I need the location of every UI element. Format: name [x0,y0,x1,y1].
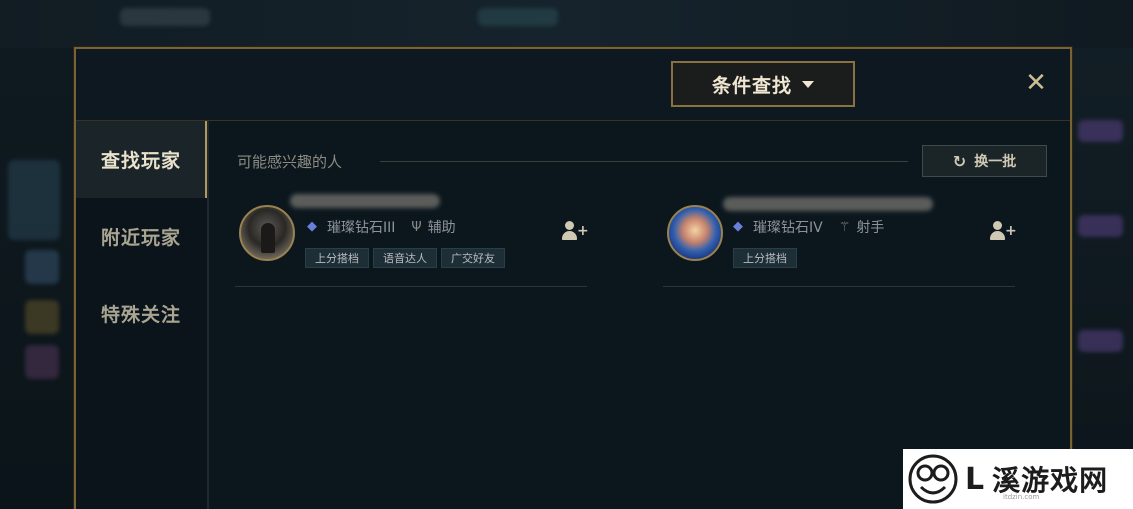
background-blur [25,345,59,379]
tag: 语音达人 [373,248,437,268]
avatar[interactable] [239,205,295,261]
background-blur [25,250,59,284]
refresh-label: 换一批 [974,154,1017,170]
section-divider [380,161,908,162]
player-card: ◆ 璀璨钻石III Ψ 辅助 上分搭档 语音达人 广交好友 + [235,194,589,287]
watermark-logo [908,454,958,504]
tag: 广交好友 [441,248,505,268]
close-icon[interactable]: ✕ [1024,70,1048,96]
player-name-redacted [723,197,933,211]
tag: 上分搭档 [733,248,797,268]
rank-row: ◆ 璀璨钻石IV ⚚ 射手 [733,217,884,237]
background-client-right [1072,48,1133,509]
add-friend-icon[interactable]: + [990,221,1017,243]
background-blur [1078,120,1123,142]
player-name-redacted [290,194,440,208]
rank-label: 璀璨钻石IV [753,220,823,236]
condition-search-label: 条件查找 [711,74,792,97]
role-label: 辅助 [427,220,456,236]
add-friend-icon[interactable]: + [562,221,589,243]
background-blur [1078,330,1123,352]
sidebar-item-nearby-players[interactable]: 附近玩家 [76,198,207,275]
background-blur [25,300,59,334]
background-blur [8,160,60,240]
sidebar-item-label: 特殊关注 [101,304,182,326]
tag-list: 上分搭档 语音达人 广交好友 [305,248,505,268]
caret-down-icon [802,80,814,88]
background-blur [1078,215,1123,237]
condition-search-button[interactable]: 条件查找 [671,61,855,107]
dialog-header: 条件查找 ✕ [76,49,1070,121]
background-blur [478,8,558,26]
section-title: 可能感兴趣的人 [237,153,343,171]
sidebar-item-find-players[interactable]: 查找玩家 [76,121,207,198]
tag: 上分搭档 [305,248,369,268]
sidebar: 查找玩家 附近玩家 特殊关注 [76,121,209,509]
support-role-icon: Ψ [411,219,422,235]
refresh-button[interactable]: ↻ 换一批 [922,145,1047,177]
watermark: L 溪游戏网 itdzin.com [903,449,1133,509]
find-player-dialog: 条件查找 ✕ 查找玩家 附近玩家 特殊关注 可能感兴趣的人 ↻ 换一批 ◆ 璀璨… [74,47,1072,509]
sidebar-item-label: 查找玩家 [101,150,182,172]
role-label: 射手 [856,220,885,236]
diamond-rank-icon: ◆ [307,219,317,234]
rank-row: ◆ 璀璨钻石III Ψ 辅助 [307,217,456,237]
sidebar-item-special-follow[interactable]: 特殊关注 [76,275,207,352]
sidebar-item-label: 附近玩家 [101,227,182,249]
rank-label: 璀璨钻石III [327,220,396,236]
avatar[interactable] [667,205,723,261]
background-blur [120,8,210,26]
diamond-rank-icon: ◆ [733,219,743,234]
marksman-role-icon: ⚚ [838,219,851,235]
tag-list: 上分搭档 [733,248,797,268]
player-card: ◆ 璀璨钻石IV ⚚ 射手 上分搭档 + [663,197,1017,287]
refresh-icon: ↻ [952,151,967,171]
watermark-url: itdzin.com [1003,493,1040,501]
